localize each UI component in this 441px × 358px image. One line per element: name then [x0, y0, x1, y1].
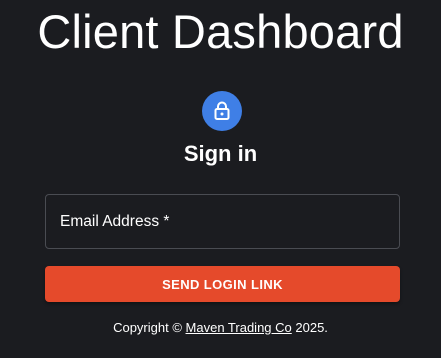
copyright-prefix: Copyright ©: [113, 320, 186, 335]
email-input[interactable]: [46, 195, 399, 248]
company-link[interactable]: Maven Trading Co: [186, 320, 292, 335]
send-login-link-button[interactable]: SEND LOGIN LINK: [45, 266, 400, 302]
footer: Copyright © Maven Trading Co 2025.: [0, 318, 441, 338]
page-title: Client Dashboard: [37, 5, 404, 58]
copyright-suffix: 2025.: [291, 320, 328, 335]
lock-icon: [214, 101, 230, 120]
email-field[interactable]: Email Address *: [45, 194, 400, 249]
avatar: [202, 91, 242, 131]
sign-in-heading: Sign in: [183, 141, 258, 166]
